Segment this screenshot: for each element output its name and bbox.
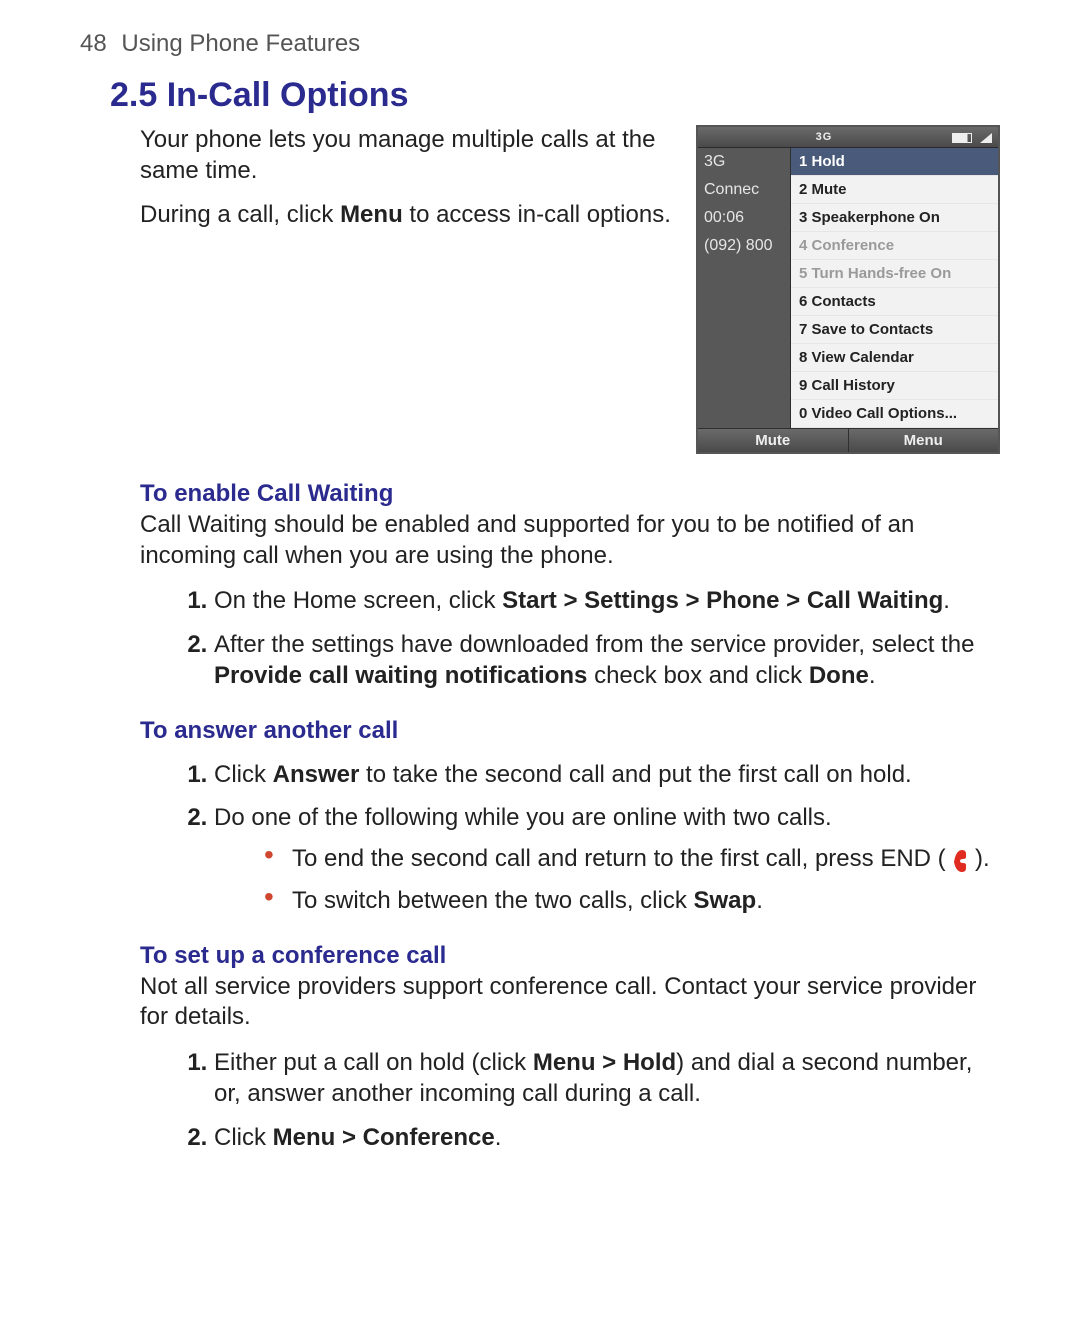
status-3g-icon: 3G: [704, 131, 944, 143]
intro-text: Your phone lets you manage multiple call…: [140, 125, 674, 245]
intro-p1: Your phone lets you manage multiple call…: [140, 125, 674, 186]
section-name: In-Call Options: [167, 76, 409, 114]
menu-item-handsfree: 5 Turn Hands-free On: [791, 260, 998, 288]
phone-number: (092) 800: [698, 232, 790, 260]
conf-step-2: Click Menu > Conference.: [214, 1122, 1000, 1153]
section-number: 2.5: [110, 76, 157, 114]
answer-bullet-1: To end the second call and return to the…: [264, 843, 1000, 874]
conf-step-1: Either put a call on hold (click Menu > …: [214, 1047, 1000, 1109]
conference-body: Not all service providers support confer…: [140, 972, 1000, 1033]
page: 48 Using Phone Features 2.5 In-Call Opti…: [0, 0, 1080, 1327]
chapter-title: Using Phone Features: [121, 30, 360, 57]
phone-time: 00:06: [698, 204, 790, 232]
phone-left-pane: 3G Connec 00:06 (092) 800: [698, 148, 791, 428]
signal-icon: [980, 129, 992, 145]
section-title: 2.5 In-Call Options: [110, 76, 1000, 115]
intro-p2: During a call, click Menu to access in-c…: [140, 200, 674, 231]
subsection-answer: To answer another call Click Answer to t…: [140, 717, 1000, 916]
menu-item-video-options[interactable]: 0 Video Call Options...: [791, 400, 998, 428]
menu-item-contacts[interactable]: 6 Contacts: [791, 288, 998, 316]
phone-screenshot: 3G 3G Connec 00:06 (092) 800 1 Hold 2 Mu…: [696, 125, 1000, 454]
menu-item-call-history[interactable]: 9 Call History: [791, 372, 998, 400]
phone-softbar: Mute Menu: [698, 428, 998, 452]
answer-bullets: To end the second call and return to the…: [214, 843, 1000, 915]
conference-steps: Either put a call on hold (click Menu > …: [140, 1047, 1000, 1153]
menu-item-mute[interactable]: 2 Mute: [791, 176, 998, 204]
page-number: 48: [80, 30, 107, 57]
menu-item-speakerphone[interactable]: 3 Speakerphone On: [791, 204, 998, 232]
softkey-left[interactable]: Mute: [698, 429, 848, 452]
softkey-right[interactable]: Menu: [848, 429, 999, 452]
answer-bullet-2: To switch between the two calls, click S…: [264, 885, 1000, 916]
phone-status: Connec: [698, 176, 790, 204]
end-call-icon: [952, 848, 968, 872]
sub-title-conference: To set up a conference call: [140, 942, 1000, 970]
cw-step-1: On the Home screen, click Start > Settin…: [214, 585, 1000, 616]
page-header: 48 Using Phone Features: [80, 30, 1000, 58]
menu-item-conference: 4 Conference: [791, 232, 998, 260]
battery-icon: [952, 129, 972, 145]
subsection-call-waiting: To enable Call Waiting Call Waiting shou…: [140, 480, 1000, 691]
phone-nw: 3G: [698, 148, 790, 176]
menu-item-save-contacts[interactable]: 7 Save to Contacts: [791, 316, 998, 344]
answer-step-2: Do one of the following while you are on…: [214, 802, 1000, 916]
subsection-conference: To set up a conference call Not all serv…: [140, 942, 1000, 1153]
answer-step-1: Click Answer to take the second call and…: [214, 759, 1000, 790]
sub-title-answer: To answer another call: [140, 717, 1000, 745]
menu-item-hold[interactable]: 1 Hold: [791, 148, 998, 176]
call-waiting-body: Call Waiting should be enabled and suppo…: [140, 510, 1000, 571]
phone-menu: 1 Hold 2 Mute 3 Speakerphone On 4 Confer…: [791, 148, 998, 428]
sub-title-call-waiting: To enable Call Waiting: [140, 480, 1000, 508]
call-waiting-steps: On the Home screen, click Start > Settin…: [140, 585, 1000, 691]
menu-item-calendar[interactable]: 8 View Calendar: [791, 344, 998, 372]
answer-steps: Click Answer to take the second call and…: [140, 759, 1000, 916]
cw-step-2: After the settings have downloaded from …: [214, 629, 1000, 691]
phone-statusbar: 3G: [698, 127, 998, 148]
